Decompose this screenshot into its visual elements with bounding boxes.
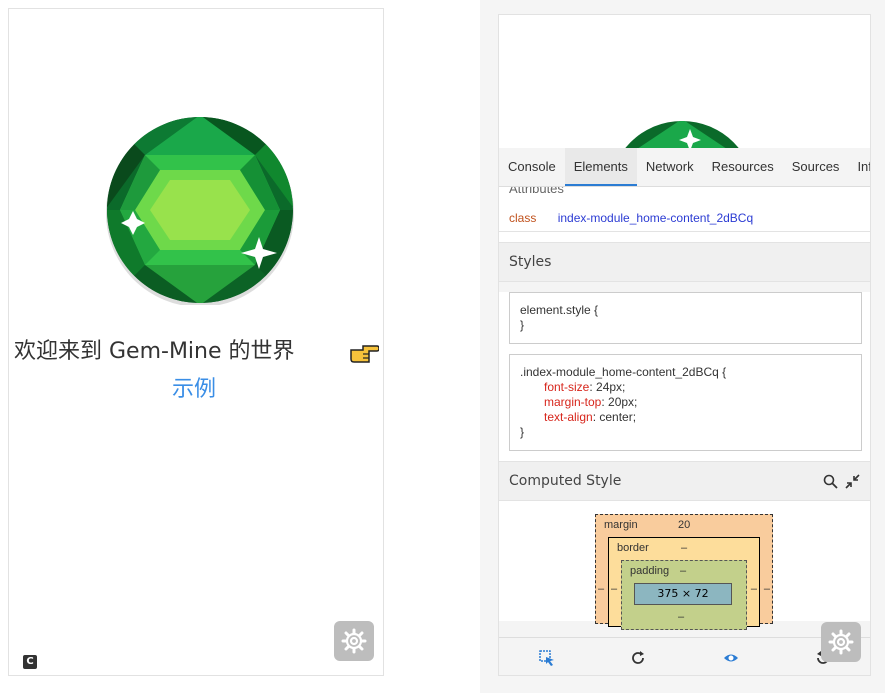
tab-console[interactable]: Console bbox=[499, 148, 565, 186]
padding-value: – bbox=[680, 565, 687, 577]
margin-right-value: – bbox=[763, 583, 770, 595]
box-model-margin: margin 20 – – border – – – padding – 375… bbox=[595, 514, 773, 630]
margin-value: 20 bbox=[678, 519, 691, 531]
border-left-value: – bbox=[611, 583, 618, 595]
box-model-area: margin 20 – – border – – – padding – 375… bbox=[499, 501, 870, 630]
eye-icon[interactable] bbox=[723, 650, 739, 666]
attribute-row: class index-module_home-content_2dBCq bbox=[499, 205, 870, 232]
element-style-box: element.style { } bbox=[509, 292, 862, 344]
example-link[interactable]: 示例 bbox=[172, 371, 216, 403]
attribute-name: class bbox=[509, 211, 537, 225]
gear-icon bbox=[828, 629, 854, 655]
css-rule-box: .index-module_home-content_2dBCq { font-… bbox=[509, 354, 862, 451]
settings-button[interactable] bbox=[821, 622, 861, 662]
tab-network[interactable]: Network bbox=[637, 148, 703, 186]
tab-resources[interactable]: Resources bbox=[703, 148, 783, 186]
settings-button[interactable] bbox=[334, 621, 374, 661]
element-style-close: } bbox=[520, 318, 525, 332]
attribute-value: index-module_home-content_2dBCq bbox=[557, 211, 754, 225]
padding-bottom-value: – bbox=[678, 611, 685, 623]
styles-heading: Styles bbox=[499, 242, 870, 282]
gem-image bbox=[106, 117, 294, 305]
computed-style-header: Computed Style bbox=[499, 461, 870, 501]
tab-elements[interactable]: Elements bbox=[564, 148, 637, 186]
attributes-heading: Attributes bbox=[509, 187, 564, 196]
padding-label: padding bbox=[630, 565, 670, 577]
border-value: – bbox=[681, 542, 688, 554]
app-logo: C bbox=[23, 655, 37, 669]
tab-info[interactable]: Info bbox=[848, 148, 870, 186]
border-right-value: – bbox=[750, 583, 757, 595]
css-property-name: text-align bbox=[544, 410, 593, 424]
css-property: font-size: 24px; bbox=[544, 380, 626, 394]
right-phone-screen: Console Elements Network Resources Sourc… bbox=[498, 14, 871, 676]
search-icon[interactable] bbox=[823, 474, 838, 489]
css-property: margin-top: 20px; bbox=[544, 395, 638, 409]
computed-style-heading: Computed Style bbox=[509, 473, 622, 489]
pointing-hand-icon bbox=[350, 345, 379, 363]
left-phone-screen: 欢迎来到 Gem-Mine 的世界 示例 C bbox=[8, 8, 384, 676]
refresh-icon[interactable] bbox=[630, 650, 646, 666]
devtools-panel: Console Elements Network Resources Sourc… bbox=[499, 148, 870, 637]
box-model-padding: padding – 375 × 72 – bbox=[621, 560, 747, 630]
css-property-name: font-size bbox=[544, 380, 590, 394]
select-element-icon[interactable] bbox=[539, 650, 555, 666]
css-property-value: center; bbox=[599, 410, 637, 424]
devtools-tab-bar: Console Elements Network Resources Sourc… bbox=[499, 148, 870, 187]
box-model-content: 375 × 72 bbox=[634, 583, 732, 605]
css-property-value: 24px; bbox=[596, 380, 626, 394]
collapse-icon[interactable] bbox=[845, 474, 860, 489]
gear-icon bbox=[341, 628, 367, 654]
tab-sources[interactable]: Sources bbox=[783, 148, 849, 186]
border-label: border bbox=[617, 542, 649, 554]
devtools-bottom-bar bbox=[499, 637, 870, 675]
margin-label: margin bbox=[604, 519, 638, 531]
css-property-value: 20px; bbox=[608, 395, 638, 409]
margin-left-value: – bbox=[598, 583, 605, 595]
css-property: text-align: center; bbox=[544, 410, 637, 424]
css-property-name: margin-top bbox=[544, 395, 602, 409]
welcome-heading: 欢迎来到 Gem-Mine 的世界 bbox=[14, 339, 295, 364]
box-model-border: border – – – padding – 375 × 72 – bbox=[608, 537, 760, 630]
element-style-selector: element.style { bbox=[520, 303, 599, 317]
css-rule-close: } bbox=[520, 425, 525, 439]
css-rule-selector: .index-module_home-content_2dBCq { bbox=[520, 365, 727, 379]
